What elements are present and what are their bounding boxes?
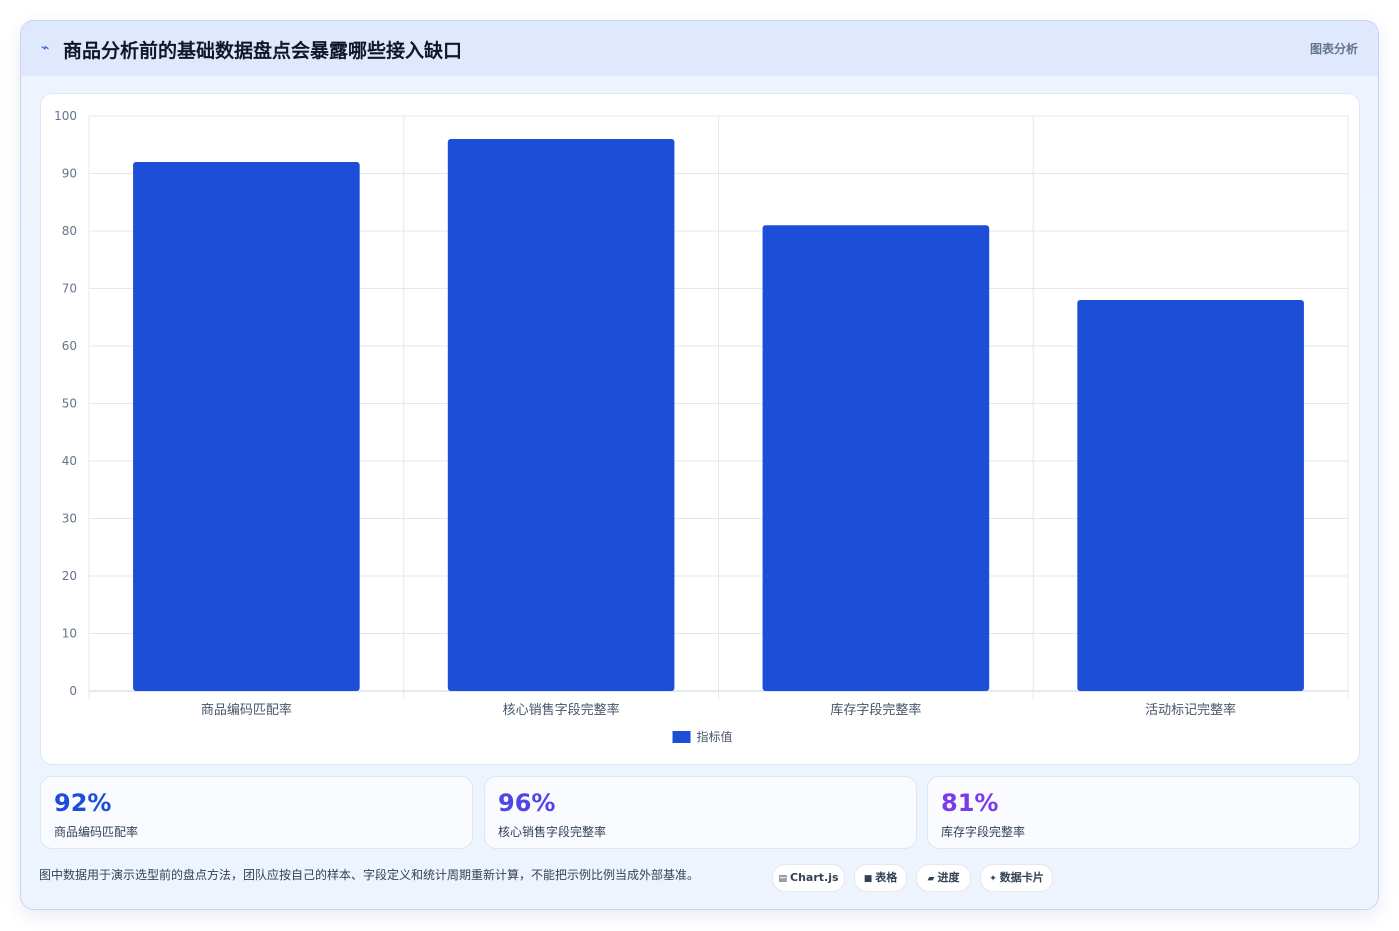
pill-data-cards[interactable]: ✦ 数据卡片 [980, 864, 1053, 892]
footnote: 图中数据用于演示选型前的盘点方法，团队应按自己的样本、字段定义和统计周期重新计算… [39, 868, 700, 882]
stat-value: 96% [498, 789, 556, 817]
x-tick-label: 活动标记完整率 [1145, 702, 1236, 718]
y-tick-label: 0 [69, 684, 77, 698]
bar [762, 225, 990, 691]
y-tick-label: 30 [62, 512, 77, 526]
card-header: ⌁ 商品分析前的基础数据盘点会暴露哪些接入缺口 图表分析 [21, 21, 1378, 76]
legend-swatch [672, 731, 691, 743]
chart-icon: ▤ [778, 874, 787, 884]
y-tick-label: 50 [62, 397, 77, 411]
stat-value: 92% [54, 789, 112, 817]
progress-icon: ▰ [927, 874, 935, 884]
chart-panel: 0 10 20 30 40 50 60 70 80 90 100 商品编码匹配率 核心销售字段完整率 库存… [40, 93, 1360, 765]
pill-label: 数据卡片 [999, 871, 1044, 884]
stat-label: 核心销售字段完整率 [498, 825, 607, 839]
y-tick-label: 80 [62, 224, 77, 238]
pill-chartjs[interactable]: ▤ Chart.js [772, 864, 845, 892]
stat-card-sku-match: 92% 商品编码匹配率 [40, 776, 473, 849]
stat-card-sales-fields: 96% 核心销售字段完整率 [484, 776, 917, 849]
y-tick-label: 60 [62, 339, 77, 353]
x-tick-label: 库存字段完整率 [830, 702, 921, 718]
pill-label: 表格 [875, 871, 898, 884]
page-title: 商品分析前的基础数据盘点会暴露哪些接入缺口 [63, 40, 463, 62]
sparkle-icon: ✦ [989, 874, 997, 884]
bar [1077, 300, 1304, 691]
y-tick-label: 20 [62, 569, 77, 583]
x-tick-label: 商品编码匹配率 [201, 702, 292, 718]
y-tick-label: 100 [54, 109, 77, 123]
legend-label: 指标值 [697, 729, 733, 744]
bar [133, 162, 360, 691]
pill-table[interactable]: ■ 表格 [854, 864, 907, 892]
y-tick-label: 10 [62, 627, 77, 641]
y-tick-label: 90 [62, 167, 77, 181]
stat-label: 商品编码匹配率 [54, 825, 139, 839]
x-tick-label: 核心销售字段完整率 [503, 702, 620, 718]
pill-label: 进度 [937, 871, 960, 884]
bar-chart: 0 10 20 30 40 50 60 70 80 90 100 商品编码匹配率 核心销售字段完整率 库存… [54, 109, 1349, 744]
y-tick-label: 40 [62, 454, 77, 468]
chart-analysis-badge: 图表分析 [1309, 42, 1358, 56]
stat-card-inventory-fields: 81% 库存字段完整率 [927, 776, 1360, 849]
table-icon: ■ [863, 874, 873, 884]
pill-label: Chart.js [790, 871, 839, 884]
bar [447, 139, 675, 691]
trend-line-icon: ⌁ [41, 40, 50, 56]
pill-progress[interactable]: ▰ 进度 [916, 864, 971, 892]
stat-value: 81% [941, 789, 999, 817]
stat-label: 库存字段完整率 [941, 825, 1026, 839]
report-card: ⌁ 商品分析前的基础数据盘点会暴露哪些接入缺口 图表分析 0 10 20 30 40 50… [20, 20, 1379, 910]
y-tick-label: 70 [62, 282, 77, 296]
